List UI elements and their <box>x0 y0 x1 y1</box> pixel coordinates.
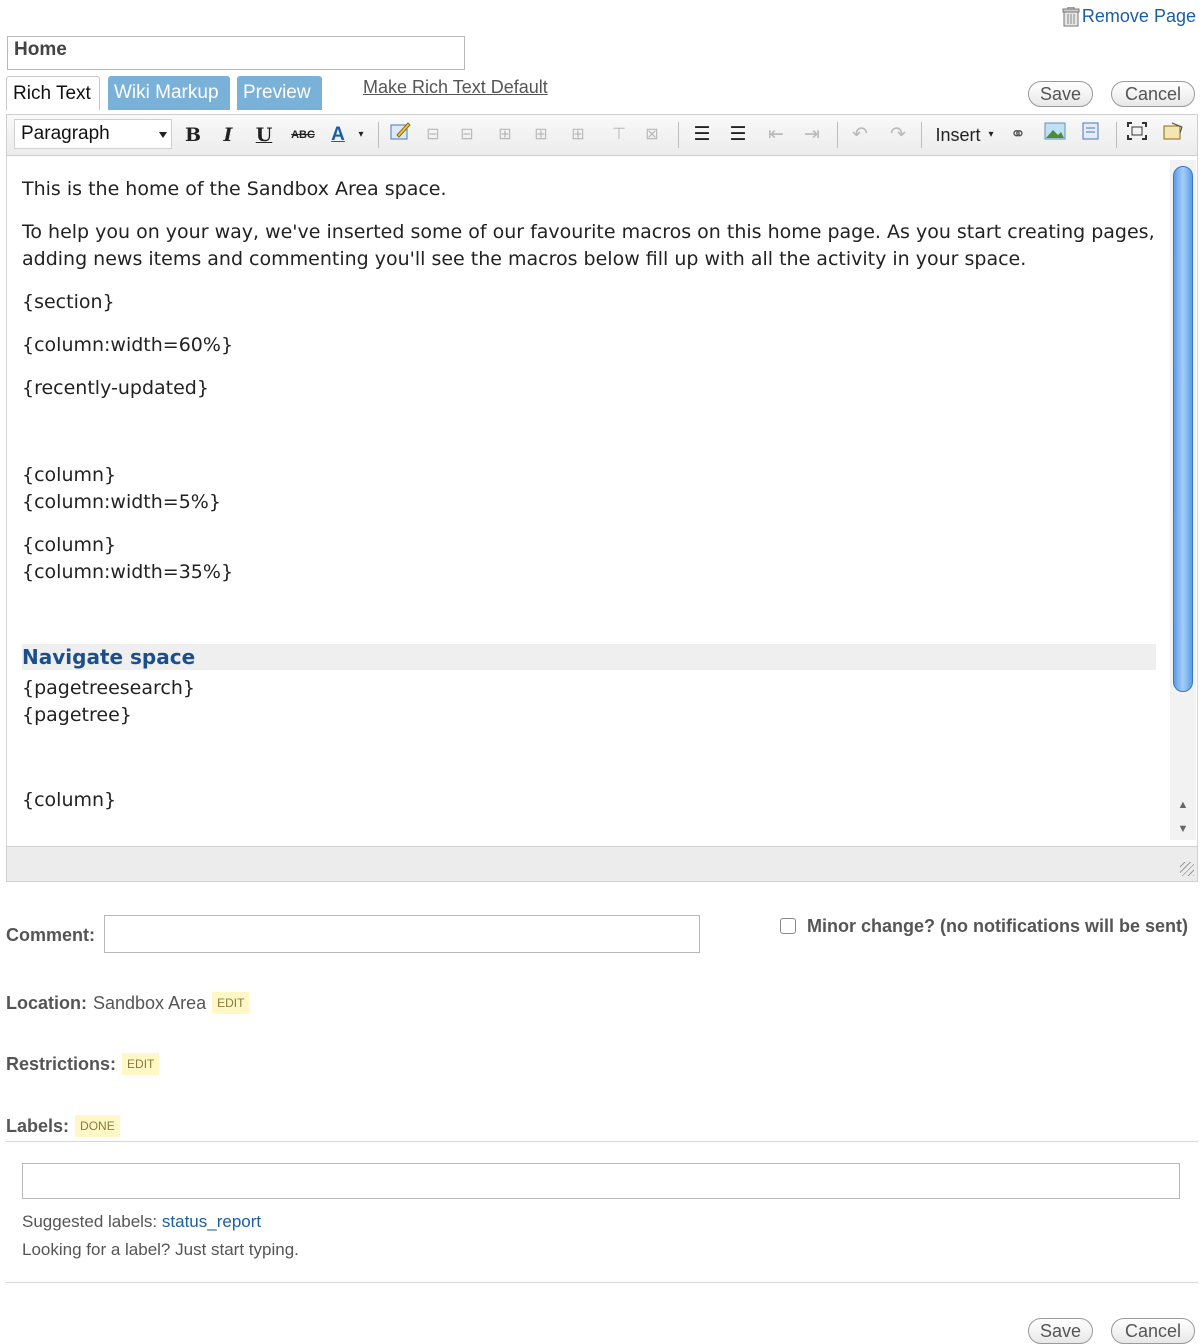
cancel-button[interactable]: Cancel <box>1111 81 1195 107</box>
make-rich-text-default-link[interactable]: Make Rich Text Default <box>363 77 548 98</box>
insert-row-after-icon[interactable]: ⊟ <box>455 121 479 149</box>
editor-status-bar <box>6 846 1198 882</box>
toolbar-divider <box>378 122 379 148</box>
bullet-list-icon[interactable]: ☰ <box>690 121 714 149</box>
numbered-list-icon[interactable]: ☰ <box>726 121 750 149</box>
macro-column-end: {column} <box>22 789 117 811</box>
redo-icon[interactable]: ↷ <box>886 121 910 149</box>
location-row: Location: Sandbox Area EDIT <box>6 992 250 1014</box>
editor-content-lower[interactable]: {pagetreesearch} {pagetree} {column} <box>22 675 1162 814</box>
macro-column-35: {column:width=35%} <box>22 561 234 583</box>
cancel-button-bottom[interactable]: Cancel <box>1111 1318 1195 1344</box>
insert-menu-button[interactable]: Insert <box>932 121 984 149</box>
indent-icon[interactable]: ⇥ <box>800 121 824 149</box>
comment-label: Comment: <box>6 925 95 945</box>
restrictions-label: Restrictions: <box>6 1053 117 1074</box>
macro-pagetreesearch: {pagetreesearch} <box>22 677 195 699</box>
remove-page-label: Remove Page <box>1081 6 1196 26</box>
chevron-down-icon <box>159 132 167 138</box>
labels-done-button[interactable]: DONE <box>75 1115 120 1137</box>
minor-change-checkbox[interactable] <box>780 918 796 934</box>
comment-input[interactable] <box>104 915 700 953</box>
fullscreen-icon[interactable] <box>1124 121 1150 149</box>
macro-column-end: {column} <box>22 464 117 486</box>
toolbar-divider <box>1116 122 1117 148</box>
empty-line <box>22 418 1162 462</box>
undo-icon[interactable]: ↶ <box>848 121 872 149</box>
restrictions-row: Restrictions: EDIT <box>6 1053 160 1075</box>
location-value: Sandbox Area <box>93 992 207 1013</box>
link-icon[interactable]: ⚭ <box>1005 121 1031 149</box>
scroll-up-icon[interactable]: ▲ <box>1173 796 1193 814</box>
insert-row-before-icon[interactable]: ⊟ <box>421 121 445 149</box>
column-before-icon[interactable]: ⊞ <box>529 121 553 149</box>
intro-paragraph: This is the home of the Sandbox Area spa… <box>22 178 447 200</box>
image-icon[interactable] <box>1042 121 1068 149</box>
bold-button[interactable]: B <box>183 121 203 149</box>
split-cell-icon[interactable]: ⊤ <box>607 121 631 149</box>
save-button[interactable]: Save <box>1028 81 1093 107</box>
toolbar-divider <box>921 122 922 148</box>
macro-section: {section} <box>22 291 115 313</box>
macro-recently-updated: {recently-updated} <box>22 377 209 399</box>
suggested-labels-prefix: Suggested labels: <box>22 1212 158 1231</box>
format-select-value: Paragraph <box>21 123 110 144</box>
tab-rich-text[interactable]: Rich Text <box>6 76 100 110</box>
macro-pagetree: {pagetree} <box>22 704 132 726</box>
suggested-label-link[interactable]: status_report <box>162 1212 261 1231</box>
chevron-down-icon[interactable]: ▾ <box>355 121 367 149</box>
text-color-button[interactable]: A <box>325 121 351 149</box>
trash-icon <box>1062 6 1080 27</box>
labels-input[interactable] <box>22 1163 1180 1199</box>
help-paragraph: To help you on your way, we've inserted … <box>22 221 1155 270</box>
labels-row: Labels: DONE <box>6 1115 120 1137</box>
restrictions-edit-button[interactable]: EDIT <box>122 1053 160 1075</box>
underline-button[interactable]: U <box>254 121 274 149</box>
toolbar-divider <box>837 122 838 148</box>
macro-icon[interactable] <box>1078 121 1104 149</box>
column-after-icon[interactable]: ⊞ <box>566 121 590 149</box>
labels-hint: Looking for a label? Just start typing. <box>22 1240 299 1259</box>
save-button-bottom[interactable]: Save <box>1028 1318 1093 1344</box>
scroll-down-icon[interactable]: ▼ <box>1173 820 1193 838</box>
insert-column-icon[interactable]: ⊞ <box>493 121 517 149</box>
edit-table-icon[interactable] <box>388 121 412 149</box>
suggested-labels: Suggested labels: status_report <box>22 1212 261 1232</box>
macro-column-5: {column:width=5%} <box>22 491 221 513</box>
toolbar-divider <box>678 122 679 148</box>
outdent-icon[interactable]: ⇤ <box>764 121 788 149</box>
minor-change-label: Minor change? (no notifications will be … <box>807 916 1189 936</box>
location-label: Location: <box>6 992 87 1013</box>
tab-preview[interactable]: Preview <box>237 76 322 110</box>
page-title-input[interactable]: Home <box>7 36 465 70</box>
italic-button[interactable]: I <box>218 121 238 149</box>
macro-column-60: {column:width=60%} <box>22 334 234 356</box>
navigate-space-heading: Navigate space <box>22 644 1156 670</box>
editor-content[interactable]: This is the home of the Sandbox Area spa… <box>22 176 1162 602</box>
delete-table-icon[interactable]: ⊠ <box>640 121 664 149</box>
tab-wiki-markup[interactable]: Wiki Markup <box>108 76 230 110</box>
strikethrough-button[interactable]: ABC <box>288 121 318 149</box>
chevron-down-icon[interactable]: ▾ <box>985 121 997 149</box>
format-select[interactable]: Paragraph <box>14 119 172 149</box>
help-icon[interactable] <box>1160 121 1186 149</box>
resize-handle-icon[interactable] <box>1180 862 1194 876</box>
macro-column-end: {column} <box>22 534 117 556</box>
labels-label: Labels: <box>6 1115 70 1136</box>
scrollbar-thumb[interactable] <box>1173 166 1193 692</box>
remove-page-link[interactable]: Remove Page <box>1062 6 1196 27</box>
location-edit-button[interactable]: EDIT <box>212 992 250 1014</box>
